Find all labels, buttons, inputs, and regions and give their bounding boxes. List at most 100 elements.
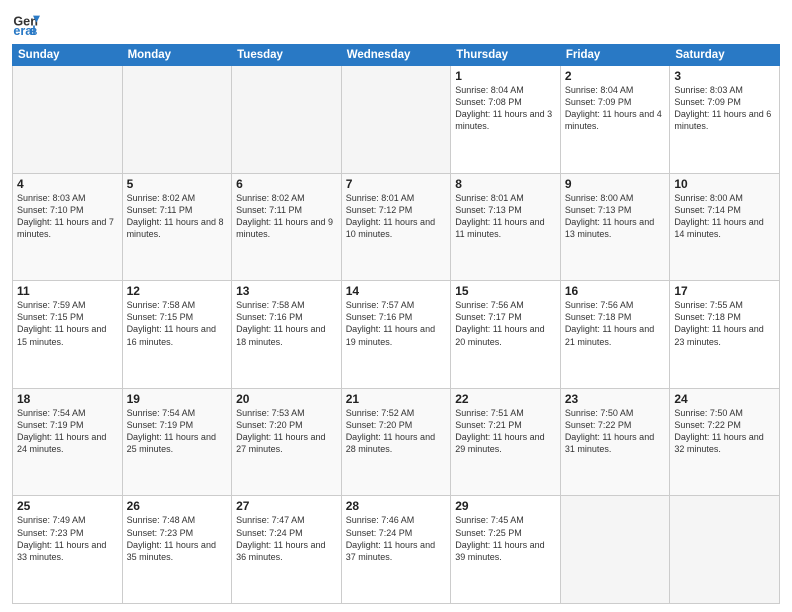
day-info: Sunrise: 8:03 AM Sunset: 7:09 PM Dayligh… bbox=[674, 84, 775, 133]
day-number: 28 bbox=[346, 499, 447, 513]
day-info: Sunrise: 7:58 AM Sunset: 7:16 PM Dayligh… bbox=[236, 299, 337, 348]
day-info: Sunrise: 8:04 AM Sunset: 7:08 PM Dayligh… bbox=[455, 84, 556, 133]
calendar-cell: 28Sunrise: 7:46 AM Sunset: 7:24 PM Dayli… bbox=[341, 496, 451, 604]
day-info: Sunrise: 7:51 AM Sunset: 7:21 PM Dayligh… bbox=[455, 407, 556, 456]
day-number: 11 bbox=[17, 284, 118, 298]
calendar-day-header: Saturday bbox=[670, 45, 780, 66]
day-number: 19 bbox=[127, 392, 228, 406]
calendar-cell: 11Sunrise: 7:59 AM Sunset: 7:15 PM Dayli… bbox=[13, 281, 123, 389]
day-number: 13 bbox=[236, 284, 337, 298]
day-info: Sunrise: 7:56 AM Sunset: 7:18 PM Dayligh… bbox=[565, 299, 666, 348]
calendar-cell: 26Sunrise: 7:48 AM Sunset: 7:23 PM Dayli… bbox=[122, 496, 232, 604]
calendar-cell: 8Sunrise: 8:01 AM Sunset: 7:13 PM Daylig… bbox=[451, 173, 561, 281]
day-info: Sunrise: 8:00 AM Sunset: 7:13 PM Dayligh… bbox=[565, 192, 666, 241]
calendar-cell bbox=[670, 496, 780, 604]
day-number: 22 bbox=[455, 392, 556, 406]
calendar-table: SundayMondayTuesdayWednesdayThursdayFrid… bbox=[12, 44, 780, 604]
day-number: 29 bbox=[455, 499, 556, 513]
calendar-cell bbox=[341, 66, 451, 174]
day-info: Sunrise: 7:52 AM Sunset: 7:20 PM Dayligh… bbox=[346, 407, 447, 456]
calendar-cell bbox=[13, 66, 123, 174]
svg-text:B: B bbox=[30, 27, 37, 38]
day-info: Sunrise: 7:58 AM Sunset: 7:15 PM Dayligh… bbox=[127, 299, 228, 348]
day-number: 2 bbox=[565, 69, 666, 83]
calendar-cell: 20Sunrise: 7:53 AM Sunset: 7:20 PM Dayli… bbox=[232, 388, 342, 496]
calendar-header-row: SundayMondayTuesdayWednesdayThursdayFrid… bbox=[13, 45, 780, 66]
calendar-week-row: 18Sunrise: 7:54 AM Sunset: 7:19 PM Dayli… bbox=[13, 388, 780, 496]
calendar-cell: 24Sunrise: 7:50 AM Sunset: 7:22 PM Dayli… bbox=[670, 388, 780, 496]
calendar-cell: 4Sunrise: 8:03 AM Sunset: 7:10 PM Daylig… bbox=[13, 173, 123, 281]
calendar-cell bbox=[232, 66, 342, 174]
day-info: Sunrise: 7:50 AM Sunset: 7:22 PM Dayligh… bbox=[565, 407, 666, 456]
day-info: Sunrise: 8:00 AM Sunset: 7:14 PM Dayligh… bbox=[674, 192, 775, 241]
day-number: 1 bbox=[455, 69, 556, 83]
day-number: 5 bbox=[127, 177, 228, 191]
day-info: Sunrise: 7:50 AM Sunset: 7:22 PM Dayligh… bbox=[674, 407, 775, 456]
day-info: Sunrise: 8:02 AM Sunset: 7:11 PM Dayligh… bbox=[236, 192, 337, 241]
day-info: Sunrise: 8:01 AM Sunset: 7:12 PM Dayligh… bbox=[346, 192, 447, 241]
calendar-cell: 13Sunrise: 7:58 AM Sunset: 7:16 PM Dayli… bbox=[232, 281, 342, 389]
day-number: 4 bbox=[17, 177, 118, 191]
logo-icon: Gen eral B bbox=[12, 10, 40, 38]
calendar-cell: 9Sunrise: 8:00 AM Sunset: 7:13 PM Daylig… bbox=[560, 173, 670, 281]
day-info: Sunrise: 7:59 AM Sunset: 7:15 PM Dayligh… bbox=[17, 299, 118, 348]
logo: Gen eral B bbox=[12, 10, 44, 38]
day-info: Sunrise: 8:04 AM Sunset: 7:09 PM Dayligh… bbox=[565, 84, 666, 133]
calendar-cell: 1Sunrise: 8:04 AM Sunset: 7:08 PM Daylig… bbox=[451, 66, 561, 174]
calendar-week-row: 11Sunrise: 7:59 AM Sunset: 7:15 PM Dayli… bbox=[13, 281, 780, 389]
day-number: 9 bbox=[565, 177, 666, 191]
calendar-day-header: Friday bbox=[560, 45, 670, 66]
calendar-week-row: 1Sunrise: 8:04 AM Sunset: 7:08 PM Daylig… bbox=[13, 66, 780, 174]
day-number: 14 bbox=[346, 284, 447, 298]
day-number: 16 bbox=[565, 284, 666, 298]
day-number: 7 bbox=[346, 177, 447, 191]
day-number: 18 bbox=[17, 392, 118, 406]
calendar-cell: 10Sunrise: 8:00 AM Sunset: 7:14 PM Dayli… bbox=[670, 173, 780, 281]
day-info: Sunrise: 7:54 AM Sunset: 7:19 PM Dayligh… bbox=[17, 407, 118, 456]
calendar-cell: 12Sunrise: 7:58 AM Sunset: 7:15 PM Dayli… bbox=[122, 281, 232, 389]
day-info: Sunrise: 7:48 AM Sunset: 7:23 PM Dayligh… bbox=[127, 514, 228, 563]
day-number: 27 bbox=[236, 499, 337, 513]
day-number: 21 bbox=[346, 392, 447, 406]
calendar-cell: 15Sunrise: 7:56 AM Sunset: 7:17 PM Dayli… bbox=[451, 281, 561, 389]
calendar-day-header: Thursday bbox=[451, 45, 561, 66]
calendar-cell: 23Sunrise: 7:50 AM Sunset: 7:22 PM Dayli… bbox=[560, 388, 670, 496]
day-number: 25 bbox=[17, 499, 118, 513]
day-info: Sunrise: 7:47 AM Sunset: 7:24 PM Dayligh… bbox=[236, 514, 337, 563]
day-info: Sunrise: 7:57 AM Sunset: 7:16 PM Dayligh… bbox=[346, 299, 447, 348]
day-info: Sunrise: 7:55 AM Sunset: 7:18 PM Dayligh… bbox=[674, 299, 775, 348]
day-number: 8 bbox=[455, 177, 556, 191]
day-info: Sunrise: 7:46 AM Sunset: 7:24 PM Dayligh… bbox=[346, 514, 447, 563]
day-number: 6 bbox=[236, 177, 337, 191]
calendar-week-row: 25Sunrise: 7:49 AM Sunset: 7:23 PM Dayli… bbox=[13, 496, 780, 604]
calendar-day-header: Sunday bbox=[13, 45, 123, 66]
calendar-cell: 29Sunrise: 7:45 AM Sunset: 7:25 PM Dayli… bbox=[451, 496, 561, 604]
day-info: Sunrise: 7:54 AM Sunset: 7:19 PM Dayligh… bbox=[127, 407, 228, 456]
calendar-week-row: 4Sunrise: 8:03 AM Sunset: 7:10 PM Daylig… bbox=[13, 173, 780, 281]
day-info: Sunrise: 8:02 AM Sunset: 7:11 PM Dayligh… bbox=[127, 192, 228, 241]
calendar-cell: 27Sunrise: 7:47 AM Sunset: 7:24 PM Dayli… bbox=[232, 496, 342, 604]
day-info: Sunrise: 7:53 AM Sunset: 7:20 PM Dayligh… bbox=[236, 407, 337, 456]
calendar-cell: 21Sunrise: 7:52 AM Sunset: 7:20 PM Dayli… bbox=[341, 388, 451, 496]
calendar-cell: 16Sunrise: 7:56 AM Sunset: 7:18 PM Dayli… bbox=[560, 281, 670, 389]
day-info: Sunrise: 7:56 AM Sunset: 7:17 PM Dayligh… bbox=[455, 299, 556, 348]
calendar-cell: 7Sunrise: 8:01 AM Sunset: 7:12 PM Daylig… bbox=[341, 173, 451, 281]
calendar-cell: 6Sunrise: 8:02 AM Sunset: 7:11 PM Daylig… bbox=[232, 173, 342, 281]
calendar-cell: 3Sunrise: 8:03 AM Sunset: 7:09 PM Daylig… bbox=[670, 66, 780, 174]
calendar-cell: 22Sunrise: 7:51 AM Sunset: 7:21 PM Dayli… bbox=[451, 388, 561, 496]
day-number: 17 bbox=[674, 284, 775, 298]
day-info: Sunrise: 8:03 AM Sunset: 7:10 PM Dayligh… bbox=[17, 192, 118, 241]
day-number: 26 bbox=[127, 499, 228, 513]
day-info: Sunrise: 7:49 AM Sunset: 7:23 PM Dayligh… bbox=[17, 514, 118, 563]
calendar-cell bbox=[560, 496, 670, 604]
day-number: 24 bbox=[674, 392, 775, 406]
day-number: 10 bbox=[674, 177, 775, 191]
day-number: 12 bbox=[127, 284, 228, 298]
calendar-cell: 5Sunrise: 8:02 AM Sunset: 7:11 PM Daylig… bbox=[122, 173, 232, 281]
calendar-cell: 19Sunrise: 7:54 AM Sunset: 7:19 PM Dayli… bbox=[122, 388, 232, 496]
day-info: Sunrise: 7:45 AM Sunset: 7:25 PM Dayligh… bbox=[455, 514, 556, 563]
calendar-day-header: Monday bbox=[122, 45, 232, 66]
day-number: 15 bbox=[455, 284, 556, 298]
calendar-cell: 2Sunrise: 8:04 AM Sunset: 7:09 PM Daylig… bbox=[560, 66, 670, 174]
calendar-cell: 18Sunrise: 7:54 AM Sunset: 7:19 PM Dayli… bbox=[13, 388, 123, 496]
